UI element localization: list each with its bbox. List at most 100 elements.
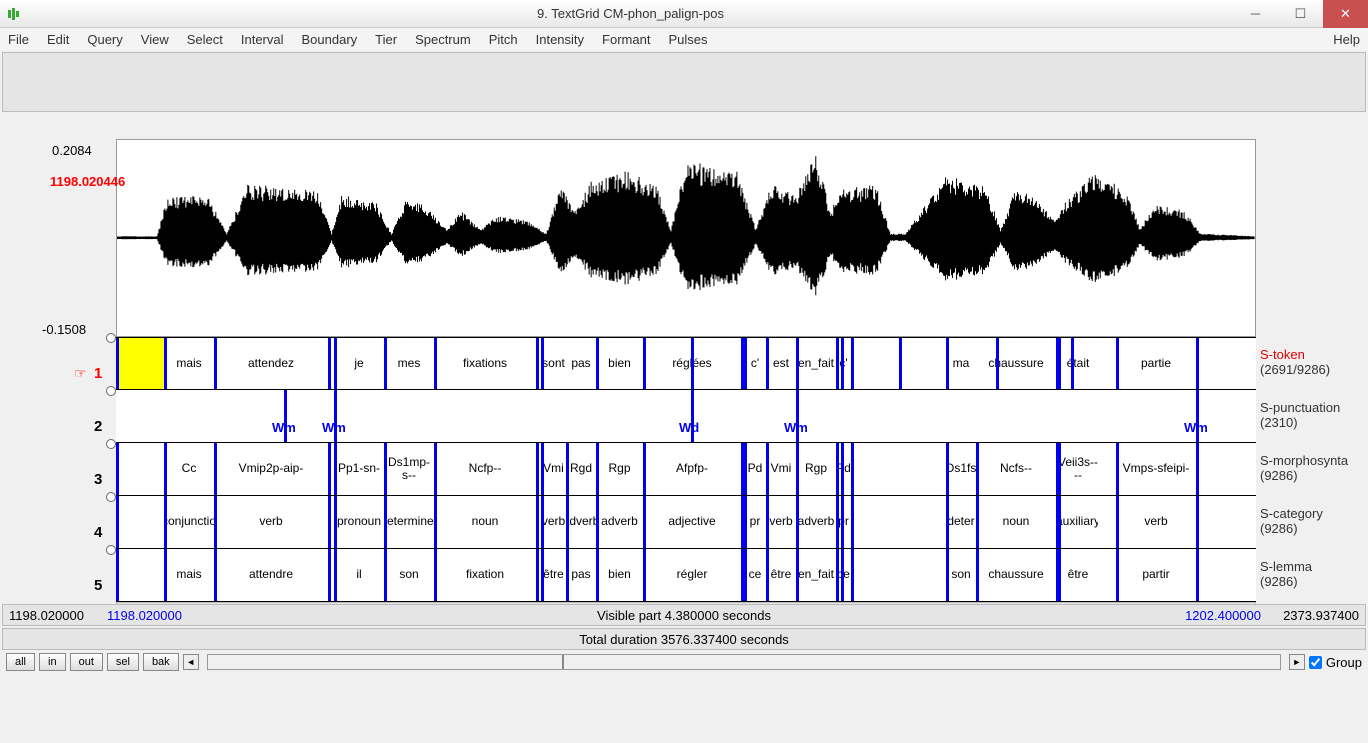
boundary[interactable]	[334, 549, 337, 601]
boundary[interactable]	[851, 338, 854, 389]
boundary[interactable]	[164, 443, 167, 495]
menu-help[interactable]: Help	[1333, 32, 1360, 47]
boundary[interactable]	[596, 338, 599, 389]
boundary[interactable]	[328, 549, 331, 601]
interval[interactable]: est	[766, 338, 796, 389]
boundary[interactable]	[946, 338, 949, 389]
boundary[interactable]	[643, 338, 646, 389]
boundary[interactable]	[1116, 496, 1119, 548]
boundary[interactable]	[643, 443, 646, 495]
boundary[interactable]	[596, 549, 599, 601]
interval[interactable]: son	[384, 549, 434, 601]
scroll-left-button[interactable]: ◄	[183, 654, 199, 670]
interval[interactable]: fixation	[434, 549, 536, 601]
interval[interactable]: chaussure	[976, 549, 1056, 601]
point-marker[interactable]	[284, 390, 287, 418]
boundary[interactable]	[841, 496, 844, 548]
boundary[interactable]	[1196, 443, 1199, 495]
boundary[interactable]	[976, 443, 979, 495]
menu-interval[interactable]: Interval	[241, 32, 284, 47]
interval[interactable]: régler	[643, 549, 741, 601]
zoom-in-button[interactable]: in	[39, 653, 66, 671]
interval[interactable]: bien	[596, 338, 643, 389]
menu-formant[interactable]: Formant	[602, 32, 650, 47]
boundary[interactable]	[946, 443, 949, 495]
boundary[interactable]	[214, 443, 217, 495]
interval[interactable]: pr	[744, 496, 766, 548]
interval[interactable]: en_fait	[796, 338, 836, 389]
boundary[interactable]	[334, 496, 337, 548]
boundary[interactable]	[1116, 549, 1119, 601]
boundary[interactable]	[566, 496, 569, 548]
boundary[interactable]	[334, 338, 337, 389]
menu-spectrum[interactable]: Spectrum	[415, 32, 471, 47]
boundary[interactable]	[643, 496, 646, 548]
menu-view[interactable]: View	[141, 32, 169, 47]
interval[interactable]: verb	[766, 496, 796, 548]
boundary[interactable]	[536, 496, 539, 548]
interval[interactable]: Ncfp--	[434, 443, 536, 495]
boundary[interactable]	[566, 443, 569, 495]
close-button[interactable]: ✕	[1323, 0, 1368, 28]
boundary[interactable]	[164, 496, 167, 548]
minimize-button[interactable]: ─	[1233, 0, 1278, 28]
boundary[interactable]	[766, 338, 769, 389]
boundary[interactable]	[1058, 443, 1061, 495]
boundary[interactable]	[1196, 338, 1199, 389]
interval[interactable]: son	[946, 549, 976, 601]
interval[interactable]: ma	[946, 338, 976, 389]
waveform[interactable]	[116, 139, 1256, 337]
interval[interactable]: noun	[976, 496, 1056, 548]
boundary[interactable]	[1058, 496, 1061, 548]
interval[interactable]: mais	[164, 338, 214, 389]
zoom-sel-button[interactable]: sel	[107, 653, 139, 671]
interval[interactable]: pronoun	[334, 496, 384, 548]
interval[interactable]: il	[334, 549, 384, 601]
boundary[interactable]	[328, 443, 331, 495]
menu-file[interactable]: File	[8, 32, 29, 47]
interval[interactable]: conjunctio	[164, 496, 214, 548]
boundary[interactable]	[841, 338, 844, 389]
boundary[interactable]	[851, 549, 854, 601]
boundary[interactable]	[766, 443, 769, 495]
interval[interactable]: auxiliary	[1058, 496, 1098, 548]
boundary[interactable]	[164, 549, 167, 601]
interval[interactable]: adverb	[566, 496, 596, 548]
interval[interactable]: fixations	[434, 338, 536, 389]
zoom-out-button[interactable]: out	[70, 653, 103, 671]
boundary[interactable]	[796, 443, 799, 495]
boundary[interactable]	[744, 443, 747, 495]
interval[interactable]: était	[1058, 338, 1098, 389]
boundary[interactable]	[116, 443, 119, 495]
boundary[interactable]	[1071, 338, 1074, 389]
boundary[interactable]	[164, 338, 167, 389]
zoom-back-button[interactable]: bak	[143, 653, 179, 671]
menu-select[interactable]: Select	[187, 32, 223, 47]
interval[interactable]: adverb	[596, 496, 643, 548]
interval[interactable]: je	[334, 338, 384, 389]
interval[interactable]: mais	[164, 549, 214, 601]
interval[interactable]: Ncfs--	[976, 443, 1056, 495]
visible-range-bar[interactable]: 1198.020000 1198.020000 Visible part 4.3…	[2, 604, 1366, 626]
interval[interactable]: pas	[566, 549, 596, 601]
boundary[interactable]	[851, 443, 854, 495]
interval[interactable]: attendez	[214, 338, 328, 389]
boundary[interactable]	[841, 549, 844, 601]
interval[interactable]: sont	[541, 338, 566, 389]
interval[interactable]: adjective	[643, 496, 741, 548]
boundary[interactable]	[214, 549, 217, 601]
boundary[interactable]	[541, 549, 544, 601]
interval[interactable]: Cc	[164, 443, 214, 495]
boundary[interactable]	[116, 549, 119, 601]
scroll-right-button[interactable]: ►	[1289, 654, 1305, 670]
interval[interactable]: noun	[434, 496, 536, 548]
boundary[interactable]	[976, 496, 979, 548]
boundary[interactable]	[596, 443, 599, 495]
point-marker[interactable]	[796, 390, 799, 418]
interval[interactable]	[116, 338, 164, 389]
point-marker[interactable]	[691, 390, 694, 418]
boundary[interactable]	[116, 338, 119, 389]
boundary[interactable]	[536, 549, 539, 601]
interval[interactable]: Ds1mp-s--	[384, 443, 434, 495]
interval[interactable]: Rgp	[596, 443, 643, 495]
